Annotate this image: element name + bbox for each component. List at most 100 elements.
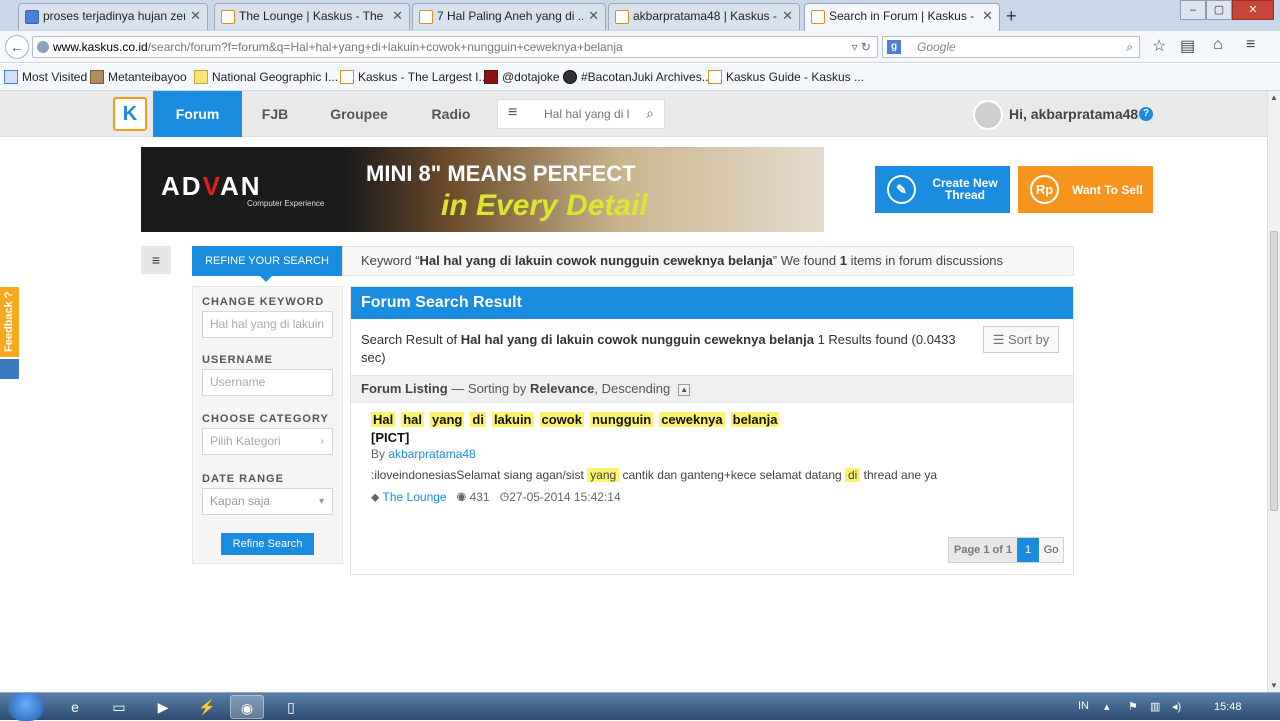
start-button[interactable] (8, 693, 44, 721)
tab-1[interactable]: proses terjadinya hujan zen... ✕ (18, 3, 208, 30)
bookmark-metanteibayoo[interactable]: Metanteibayoo (90, 70, 187, 84)
bookmark-dotajoke[interactable]: @dotajoke (484, 70, 560, 84)
feedback-extra-icon[interactable] (0, 359, 19, 379)
kaskus-logo-icon[interactable]: K (113, 97, 147, 131)
tab-4[interactable]: akbarpratama48 | Kaskus - ... ✕ (608, 3, 800, 30)
scroll-thumb[interactable] (1270, 231, 1278, 511)
nav-fjb[interactable]: FJB (250, 91, 300, 137)
result-author: By akbarpratama48 (371, 447, 476, 461)
tab-5-active[interactable]: Search in Forum | Kaskus - ... ✕ (804, 3, 1000, 31)
tab-2[interactable]: The Lounge | Kaskus - The ... ✕ (214, 3, 410, 30)
firefox-icon[interactable]: ◉ (230, 695, 264, 719)
ie-icon[interactable]: e (58, 695, 92, 719)
google-icon: g (887, 40, 901, 54)
avatar[interactable] (973, 100, 1003, 130)
title-word: di (470, 412, 486, 427)
navigation-bar: ← www.kaskus.co.id/search/forum?f=forum&… (0, 31, 1280, 63)
network-icon[interactable]: ▥ (1150, 700, 1160, 713)
explorer-icon[interactable]: ▭ (102, 695, 136, 719)
pagination: Page 1 of 1 1 Go (948, 537, 1065, 563)
username-input[interactable]: Username (202, 369, 333, 396)
notepad-icon[interactable]: ▯ (274, 695, 308, 719)
results-title: Forum Search Result (351, 287, 1073, 319)
refine-search-button[interactable]: Refine Search (221, 533, 314, 555)
app-icon[interactable]: ⚡ (190, 695, 224, 719)
result-title-link[interactable]: Hal hal yang di lakuin cowok nungguin ceweknya b… (371, 412, 785, 427)
bookmark-natgeo[interactable]: National Geographic I... (194, 70, 338, 84)
forum-listing-bar: Forum Listing — Sorting by Relevance, De… (351, 375, 1073, 403)
page-1-button[interactable]: 1 (1017, 538, 1040, 562)
tab-3[interactable]: 7 Hal Paling Aneh yang di ... ✕ (412, 3, 606, 30)
bookmarks-menu-icon[interactable]: ▤ (1180, 36, 1195, 56)
windows-taskbar: e ▭ ▶ ⚡ ◉ ▯ IN ▴ ⚑ ▥ ◂) 15:48 (0, 692, 1280, 721)
want-to-sell-button[interactable]: Rp Want To Sell (1018, 166, 1153, 213)
bookmarks-bar: Most Visited Metanteibayoo National Geog… (0, 64, 1280, 91)
advan-ad-banner[interactable]: ADVAN Computer Experience MINI 8" MEANS … (141, 147, 824, 232)
tray-arrow-icon[interactable]: ▴ (1104, 700, 1110, 713)
minimize-button[interactable]: – (1180, 0, 1206, 20)
bookmark-kaskus[interactable]: Kaskus - The Largest I... (340, 70, 489, 84)
result-pict-tag: [PICT] (371, 430, 410, 445)
sidebar-toggle-icon[interactable]: ≡ (141, 246, 171, 274)
user-greeting[interactable]: Hi, akbarpratama48 (1009, 106, 1138, 122)
search-icon[interactable]: ⌕ (1126, 37, 1133, 57)
go-button[interactable]: Go (1039, 538, 1064, 562)
bookmark-star-icon[interactable]: ☆ (1152, 36, 1166, 56)
bookmark-most-visited[interactable]: Most Visited (4, 70, 87, 84)
title-word: hal (401, 412, 425, 427)
menu-icon[interactable]: ≡ (1246, 36, 1255, 54)
home-icon[interactable]: ⌂ (1213, 36, 1223, 54)
search-icon[interactable]: ⌕ (646, 105, 654, 122)
kaskus-favicon-icon (811, 10, 825, 24)
kaskus-favicon-icon (221, 10, 235, 24)
flag-icon[interactable]: ⚑ (1128, 700, 1138, 713)
feedback-tab[interactable]: Feedback ? (0, 287, 19, 357)
media-player-icon[interactable]: ▶ (146, 695, 180, 719)
pencil-icon: ✎ (887, 175, 916, 204)
scroll-up-icon[interactable]: ▲ (1270, 93, 1278, 102)
kaskus-search-input[interactable]: Hal hal yang di l (544, 107, 629, 121)
clock[interactable]: 15:48 (1214, 701, 1242, 713)
category-link[interactable]: The Lounge (383, 490, 447, 504)
bookmark-kaskus-guide[interactable]: Kaskus Guide - Kaskus ... (708, 70, 864, 84)
page-info: Page 1 of 1 (949, 538, 1018, 562)
close-tab-icon[interactable]: ✕ (392, 8, 403, 24)
kaskus-favicon-icon (615, 10, 629, 24)
help-icon[interactable]: ? (1139, 107, 1153, 121)
close-tab-icon[interactable]: ✕ (982, 8, 993, 24)
dotajoke-icon (484, 70, 498, 84)
category-select[interactable]: Pilih Kategori › (202, 428, 333, 455)
nav-radio[interactable]: Radio (422, 91, 480, 137)
volume-icon[interactable]: ◂) (1172, 700, 1181, 713)
back-button[interactable]: ← (5, 35, 29, 59)
vertical-scrollbar[interactable]: ▲ ▼ (1267, 91, 1280, 692)
result-snippet: :iloveindonesiasSelamat siang agan/sist … (371, 468, 938, 482)
browser-window: proses terjadinya hujan zen... ✕ The Loun… (0, 0, 1280, 721)
close-tab-icon[interactable]: ✕ (588, 8, 599, 24)
new-tab-button[interactable]: + (1006, 6, 1017, 27)
nav-groupee[interactable]: Groupee (322, 91, 396, 137)
nav-forum[interactable]: Forum (153, 91, 242, 137)
scroll-down-icon[interactable]: ▼ (1270, 681, 1278, 690)
bookmark-bacotanjuki[interactable]: #BacotanJuki Archives... (563, 70, 712, 84)
kaskus-search[interactable]: ≡ Hal hal yang di l ⌕ (497, 99, 665, 129)
close-tab-icon[interactable]: ✕ (190, 8, 201, 24)
date-range-select[interactable]: Kapan saja ▾ (202, 488, 333, 515)
language-indicator[interactable]: IN (1078, 700, 1089, 712)
refine-search-tab[interactable]: REFINE YOUR SEARCH (192, 246, 342, 282)
collapse-toggle-icon[interactable]: ▲ (678, 383, 691, 396)
close-tab-icon[interactable]: ✕ (782, 8, 793, 24)
author-link[interactable]: akbarpratama48 (388, 447, 475, 461)
maximize-button[interactable]: ▢ (1206, 0, 1232, 20)
title-word: yang (430, 412, 465, 427)
close-window-button[interactable]: ✕ (1232, 0, 1274, 20)
keyword-input[interactable]: Hal hal yang di lakuin (202, 311, 333, 338)
address-bar[interactable]: www.kaskus.co.id/search/forum?f=forum&q=… (32, 36, 878, 58)
sort-by-button[interactable]: ☰ Sort by (983, 326, 1059, 353)
results-summary: Search Result of Hal hal yang di lakuin … (361, 332, 956, 365)
browser-search-field[interactable]: g Google ⌕ (882, 36, 1140, 58)
page-viewport: K Forum FJB Groupee Radio ≡ Hal hal yang… (0, 91, 1267, 692)
create-thread-button[interactable]: ✎ Create New Thread (875, 166, 1010, 213)
hamburger-icon[interactable]: ≡ (508, 104, 517, 122)
reload-icon[interactable]: ▿ ↻ (852, 37, 871, 57)
